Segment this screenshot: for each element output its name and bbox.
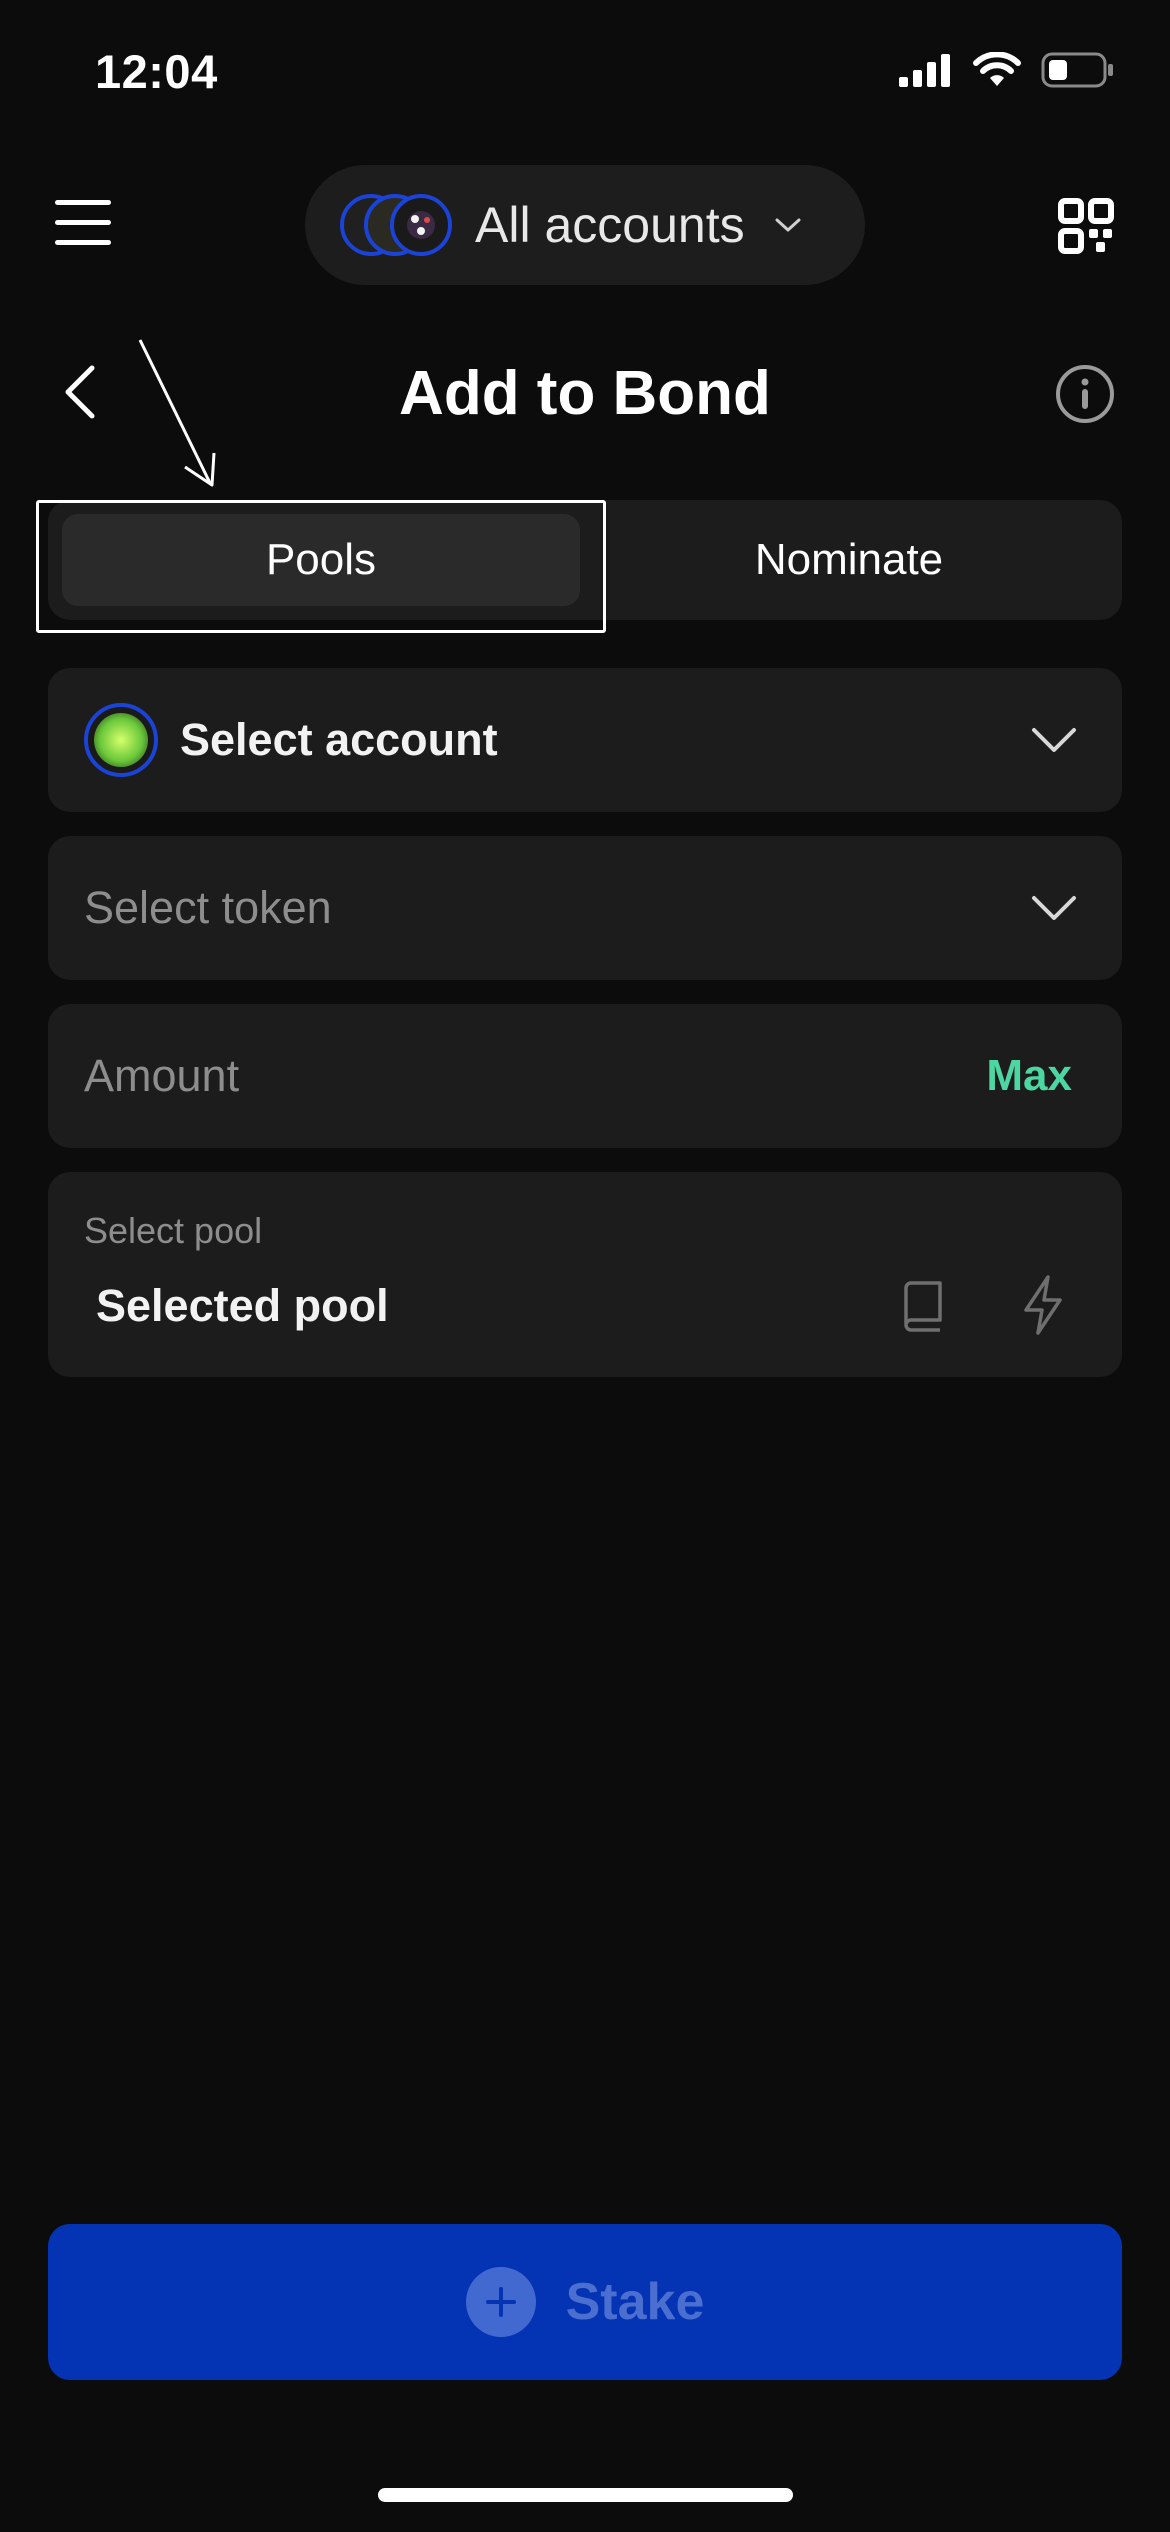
tab-nominate[interactable]: Nominate — [590, 514, 1108, 606]
lightning-icon[interactable] — [1020, 1274, 1066, 1336]
annotation-arrow — [138, 339, 216, 487]
select-token-placeholder: Select token — [84, 882, 332, 933]
avatar — [390, 194, 452, 256]
max-button[interactable]: Max — [986, 1051, 1072, 1101]
amount-input[interactable]: Amount Max — [48, 1004, 1122, 1148]
stake-button[interactable]: Stake — [48, 2224, 1122, 2380]
chevron-down-icon — [1032, 896, 1076, 920]
select-pool-caption: Select pool — [84, 1210, 263, 1251]
chevron-down-icon — [1032, 728, 1076, 752]
status-icons — [899, 52, 1115, 88]
qr-code-icon[interactable] — [1058, 198, 1114, 254]
select-token-field[interactable]: Select token — [48, 836, 1122, 980]
select-pool-field[interactable]: Select pool Selected pool — [48, 1172, 1122, 1377]
account-selector-label: All accounts — [475, 197, 745, 253]
book-icon[interactable] — [900, 1280, 946, 1332]
selected-pool-value: Selected pool — [96, 1280, 389, 1331]
stake-button-label: Stake — [565, 2273, 705, 2331]
info-icon[interactable] — [1055, 364, 1115, 424]
account-avatars — [340, 192, 460, 258]
select-account-field[interactable]: Select account — [48, 668, 1122, 812]
wifi-icon — [973, 52, 1021, 86]
annotation-highlight-box — [36, 500, 606, 633]
chevron-down-icon — [775, 218, 801, 232]
select-account-label: Select account — [180, 714, 498, 765]
plus-circle-icon — [465, 2267, 536, 2337]
status-time: 12:04 — [95, 45, 218, 98]
hamburger-menu-icon[interactable] — [55, 200, 111, 246]
battery-icon — [1041, 52, 1113, 88]
account-selector[interactable]: All accounts — [305, 165, 865, 285]
home-indicator — [378, 2488, 793, 2502]
amount-placeholder: Amount — [84, 1050, 240, 1101]
signal-icon — [899, 54, 950, 87]
account-avatar — [84, 703, 158, 777]
